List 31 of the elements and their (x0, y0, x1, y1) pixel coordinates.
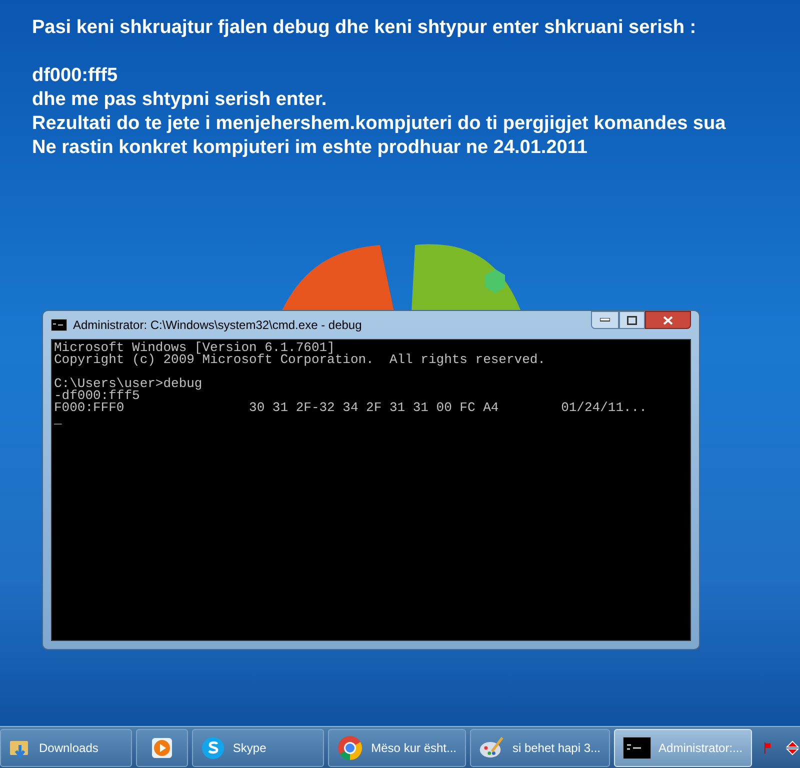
console-line: Copyright (c) 2009 Microsoft Corporation. All rights reserved. (54, 354, 546, 366)
taskbar-button[interactable]: si behet hapi 3... (470, 728, 610, 766)
caption-text: df000:fff5 (32, 64, 118, 88)
caption-text: Rezultati do te jete i menjehershem.kompjuteri do ti pergjigjet komandes sua (32, 112, 726, 136)
skype-icon (200, 736, 225, 760)
taskbar-button[interactable]: Downloads (0, 728, 132, 766)
close-button[interactable] (645, 311, 691, 329)
taskbar-button[interactable]: Skype (192, 728, 324, 766)
console-line: F000:FFF0 30 31 2F-32 34 2F 31 31 00 FC A4 01/24/11... (54, 402, 647, 414)
close-icon (663, 316, 673, 324)
play-icon (150, 736, 174, 760)
window-title: Administrator: C:\Windows\system32\cmd.exe - debug (73, 317, 362, 334)
taskbar-button[interactable] (136, 728, 188, 766)
arrows-icon[interactable] (785, 740, 800, 756)
minimize-button[interactable] (591, 311, 619, 329)
caption-text: Pasi keni shkruajtur fjalen debug dhe keni shtypur enter shkruani serish : (32, 16, 696, 40)
caption-text: Ne rastin konkret kompjuteri im eshte prodhuar ne 24.01.2011 (32, 136, 588, 160)
maximize-icon (627, 316, 637, 324)
maximize-button[interactable] (619, 311, 645, 329)
console-icon (622, 736, 651, 758)
taskbar-button[interactable]: Administrator:... (614, 728, 752, 766)
console-line: Microsoft Windows [Version 6.1.7601] (54, 342, 335, 354)
taskbar-button[interactable]: Mëso kur ësht... (328, 728, 466, 766)
console-icon (51, 319, 67, 331)
browser-icon (337, 734, 364, 760)
console-line: C:\Users\user>debug (54, 378, 202, 390)
caption-text: dhe me pas shtypni serish enter. (32, 88, 327, 112)
console-line: _ (54, 414, 62, 426)
palette-icon (478, 734, 504, 760)
console-line: -df000:fff5 (54, 390, 140, 402)
minimize-icon (600, 318, 610, 322)
